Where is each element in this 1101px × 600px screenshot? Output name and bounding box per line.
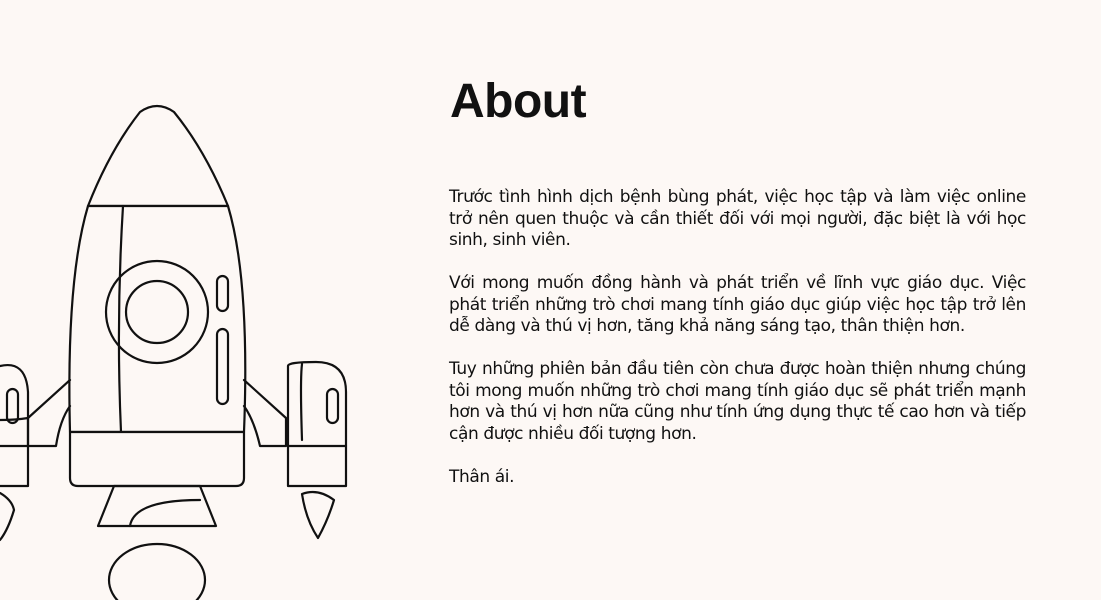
about-paragraph: Trước tình hình dịch bệnh bùng phát, việ… bbox=[449, 187, 1026, 250]
about-paragraph: Tuy những phiên bản đầu tiên còn chưa đư… bbox=[449, 359, 1026, 444]
about-signoff: Thân ái. bbox=[449, 466, 515, 487]
page-title: About bbox=[450, 75, 587, 128]
about-text: Trước tình hình dịch bệnh bùng phát, việ… bbox=[449, 187, 1026, 510]
rocket-illustration bbox=[0, 104, 348, 600]
about-paragraph: Với mong muốn đồng hành và phát triển về… bbox=[449, 273, 1026, 336]
